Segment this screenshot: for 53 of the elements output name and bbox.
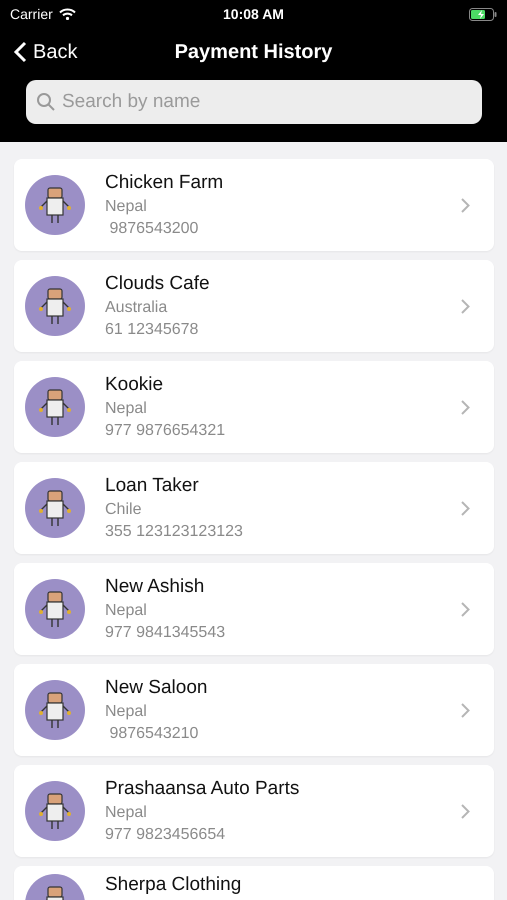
contact-phone: 977 9876654321 bbox=[105, 422, 226, 440]
contact-country: Nepal bbox=[105, 400, 148, 418]
contact-name: Chicken Farm bbox=[105, 172, 224, 194]
contact-card[interactable]: Chicken Farm Nepal 9876543200 bbox=[14, 159, 494, 251]
contact-name: Kookie bbox=[105, 374, 164, 396]
chevron-right-icon bbox=[461, 298, 470, 314]
contact-name: Sherpa Clothing bbox=[105, 874, 242, 896]
contact-name: Prashaansa Auto Parts bbox=[105, 778, 300, 800]
carrier-label: Carrier bbox=[10, 6, 53, 22]
contact-phone: 61 12345678 bbox=[105, 321, 200, 339]
contact-country: Nepal bbox=[105, 703, 148, 721]
contact-country: Australia bbox=[105, 299, 168, 317]
robot-avatar-icon bbox=[25, 276, 85, 336]
contact-name: Clouds Cafe bbox=[105, 273, 211, 295]
wifi-icon bbox=[58, 8, 76, 20]
contact-phone: 977 9823456654 bbox=[105, 826, 226, 844]
contact-name: Loan Taker bbox=[105, 475, 200, 497]
contact-card[interactable]: Sherpa Clothing bbox=[14, 866, 494, 900]
contact-card[interactable]: Loan Taker Chile 355 123123123123 bbox=[14, 462, 494, 554]
back-button[interactable]: Back bbox=[14, 40, 78, 64]
contact-phone: 355 123123123123 bbox=[105, 523, 244, 541]
robot-avatar-icon bbox=[25, 175, 85, 235]
search-field[interactable]: Search by name bbox=[26, 80, 482, 124]
contact-phone: 9876543210 bbox=[108, 725, 200, 743]
contact-card[interactable]: Kookie Nepal 977 9876654321 bbox=[14, 361, 494, 453]
chevron-right-icon bbox=[461, 400, 470, 414]
chevron-right-icon bbox=[461, 198, 470, 212]
contact-card[interactable]: New Saloon Nepal 9876543210 bbox=[14, 664, 494, 756]
robot-avatar-icon bbox=[25, 680, 85, 740]
robot-avatar-icon bbox=[25, 579, 85, 639]
contact-card[interactable]: New Ashish Nepal 977 9841345543 bbox=[14, 563, 494, 655]
contact-country: Nepal bbox=[105, 198, 148, 216]
contact-phone: 9876543200 bbox=[108, 220, 200, 238]
contact-name: New Saloon bbox=[105, 677, 208, 699]
robot-avatar-icon bbox=[25, 478, 85, 538]
chevron-right-icon bbox=[461, 500, 470, 516]
chevron-right-icon bbox=[461, 804, 470, 818]
chevron-left-icon bbox=[14, 41, 27, 63]
chevron-right-icon bbox=[461, 702, 470, 718]
contact-card[interactable]: Prashaansa Auto Parts Nepal 977 9823456654 bbox=[14, 765, 494, 857]
contact-country: Nepal bbox=[105, 804, 148, 822]
screen-title: Payment History bbox=[174, 40, 332, 64]
contact-country: Chile bbox=[105, 501, 142, 519]
robot-avatar-icon bbox=[25, 781, 85, 841]
robot-avatar-icon bbox=[25, 377, 85, 437]
contact-phone: 977 9841345543 bbox=[105, 624, 226, 642]
contact-country: Nepal bbox=[105, 602, 148, 620]
search-icon bbox=[36, 92, 56, 112]
contact-name: New Ashish bbox=[105, 576, 206, 598]
contact-card[interactable]: Clouds Cafe Australia 61 12345678 bbox=[14, 260, 494, 352]
chevron-right-icon bbox=[461, 602, 470, 616]
status-time: 10:08 AM bbox=[223, 6, 284, 22]
battery-charging-icon bbox=[469, 8, 497, 20]
